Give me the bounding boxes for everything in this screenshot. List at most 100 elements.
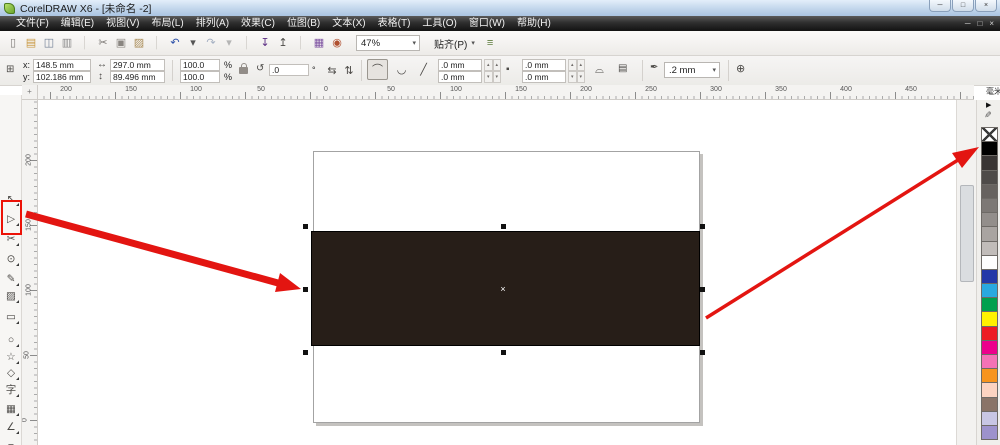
toolbar-icon[interactable]: ↧ — [258, 35, 273, 52]
menu-item[interactable]: 窗口(W) — [463, 16, 511, 31]
selection-handle[interactable] — [303, 350, 308, 355]
color-swatch[interactable] — [981, 184, 998, 199]
menu-item[interactable]: 帮助(H) — [511, 16, 557, 31]
menu-item[interactable]: 位图(B) — [281, 16, 326, 31]
color-swatch[interactable] — [981, 198, 998, 213]
menu-item[interactable]: 排列(A) — [190, 16, 235, 31]
toolbox-tool[interactable]: ◇ — [2, 365, 20, 381]
color-swatch[interactable] — [981, 326, 998, 341]
toolbar-icon[interactable]: ◉ — [330, 35, 345, 52]
menu-item[interactable]: 工具(O) — [416, 16, 462, 31]
toolbar-icon[interactable]: ↶ — [168, 35, 183, 52]
zoom-level-combo[interactable]: 47% ▾ — [356, 35, 420, 51]
toolbar-icon[interactable]: ▨ — [132, 35, 147, 52]
corner-radius-field[interactable] — [438, 71, 482, 83]
menu-item[interactable]: 效果(C) — [235, 16, 281, 31]
color-swatch[interactable] — [981, 141, 998, 156]
toolbar-icon[interactable]: ▯ — [6, 35, 21, 52]
corner-radius-stepper[interactable]: ▴▴ ▾▾ — [484, 59, 501, 83]
color-swatch[interactable] — [981, 397, 998, 412]
toolbar-icon[interactable]: ✂ — [96, 35, 111, 52]
selection-handle[interactable] — [303, 224, 308, 229]
toolbox-tool[interactable]: ○ — [2, 332, 20, 348]
chevron-down-icon[interactable]: ▾ — [409, 39, 419, 47]
mirror-vertical-button[interactable]: ⇅ — [341, 60, 357, 81]
palette-flyout-icon[interactable]: ▶ — [986, 101, 991, 109]
vertical-scrollbar[interactable] — [956, 100, 976, 445]
menu-item[interactable]: 文件(F) — [10, 16, 55, 31]
color-swatch[interactable] — [981, 170, 998, 185]
corner-radius-field[interactable] — [522, 71, 566, 83]
color-swatch[interactable] — [981, 127, 998, 142]
scrollbar-thumb[interactable] — [960, 185, 974, 282]
toolbar-icon[interactable]: │ — [294, 35, 309, 52]
toolbar-icon[interactable]: ▥ — [60, 35, 75, 52]
toolbar-icon[interactable]: ▾ — [222, 35, 237, 52]
corner-radius-field[interactable] — [522, 59, 566, 71]
rotation-angle-field[interactable] — [269, 64, 309, 76]
relative-corner-scaling-button[interactable]: ⌓ — [589, 59, 610, 80]
toolbox-tool[interactable]: ⌐ — [2, 437, 20, 445]
scale-x-field[interactable] — [180, 59, 220, 71]
y-position-field[interactable] — [33, 71, 91, 83]
toolbox-tool[interactable]: ☆ — [2, 349, 20, 365]
doc-window-control[interactable]: × — [989, 16, 994, 31]
color-swatch[interactable] — [981, 283, 998, 298]
doc-window-control[interactable]: ─ — [965, 16, 971, 31]
color-swatch[interactable] — [981, 241, 998, 256]
selection-handle[interactable] — [303, 287, 308, 292]
menu-item[interactable]: 视图(V) — [100, 16, 145, 31]
toolbar-icon[interactable]: ↷ — [204, 35, 219, 52]
toolbar-icon[interactable]: │ — [240, 35, 255, 52]
color-swatch[interactable] — [981, 411, 998, 426]
outline-width-combo[interactable]: .2 mm ▾ — [664, 62, 720, 78]
object-width-field[interactable] — [110, 59, 165, 71]
round-corner-button[interactable]: ⌒ — [367, 59, 388, 80]
color-swatch[interactable] — [981, 368, 998, 383]
color-swatch[interactable] — [981, 297, 998, 312]
corner-radius-stepper[interactable]: ▴▴ ▾▾ — [568, 59, 585, 83]
selection-handle[interactable] — [501, 224, 506, 229]
toolbox-tool[interactable]: ✎ — [2, 271, 20, 287]
toolbox-tool[interactable]: ⊙ — [2, 251, 20, 267]
color-swatch[interactable] — [981, 340, 998, 355]
toolbar-icon[interactable]: ▦ — [312, 35, 327, 52]
color-swatch[interactable] — [981, 382, 998, 397]
color-swatch[interactable] — [981, 212, 998, 227]
toolbar-icon[interactable]: ▤ — [24, 35, 39, 52]
toolbar-icon[interactable]: │ — [78, 35, 93, 52]
window-control-button[interactable]: ─ — [929, 0, 951, 12]
window-control-button[interactable]: × — [975, 0, 997, 12]
selection-handle[interactable] — [700, 224, 705, 229]
color-swatch[interactable] — [981, 425, 998, 440]
toolbar-icon[interactable]: │ — [150, 35, 165, 52]
corner-radius-field[interactable] — [438, 59, 482, 71]
doc-window-control[interactable]: □ — [977, 16, 982, 31]
selection-handle[interactable] — [700, 287, 705, 292]
toolbox-tool[interactable]: ▦ — [2, 401, 20, 417]
mirror-horizontal-button[interactable]: ⇆ — [324, 60, 340, 81]
color-swatch[interactable] — [981, 311, 998, 326]
options-icon[interactable]: ≡ — [487, 37, 493, 49]
toolbar-icon[interactable]: ◫ — [42, 35, 57, 52]
edit-corners-together-icon[interactable]: ▪ — [506, 65, 510, 75]
wrap-text-icon[interactable]: ▤ — [618, 64, 627, 74]
selection-handle[interactable] — [700, 350, 705, 355]
color-swatch[interactable] — [981, 155, 998, 170]
menu-item[interactable]: 表格(T) — [372, 16, 417, 31]
menu-item[interactable]: 文本(X) — [326, 16, 371, 31]
x-position-field[interactable] — [33, 59, 91, 71]
selection-handle[interactable] — [501, 350, 506, 355]
window-control-button[interactable]: □ — [952, 0, 974, 12]
color-swatch[interactable] — [981, 269, 998, 284]
object-height-field[interactable] — [110, 71, 165, 83]
toolbox-tool[interactable]: ∠ — [2, 419, 20, 435]
ruler-origin[interactable]: + — [22, 85, 38, 100]
menu-item[interactable]: 编辑(E) — [55, 16, 100, 31]
toolbar-icon[interactable]: ▣ — [114, 35, 129, 52]
snap-to-button[interactable]: 贴齐(P) ▾ — [434, 36, 475, 51]
wrap-paragraph-text-icon[interactable]: ⊕ — [736, 64, 745, 74]
toolbar-icon[interactable]: ↥ — [276, 35, 291, 52]
scalloped-corner-button[interactable]: ◡ — [391, 59, 412, 80]
chamfered-corner-button[interactable]: ╱ — [413, 59, 434, 80]
